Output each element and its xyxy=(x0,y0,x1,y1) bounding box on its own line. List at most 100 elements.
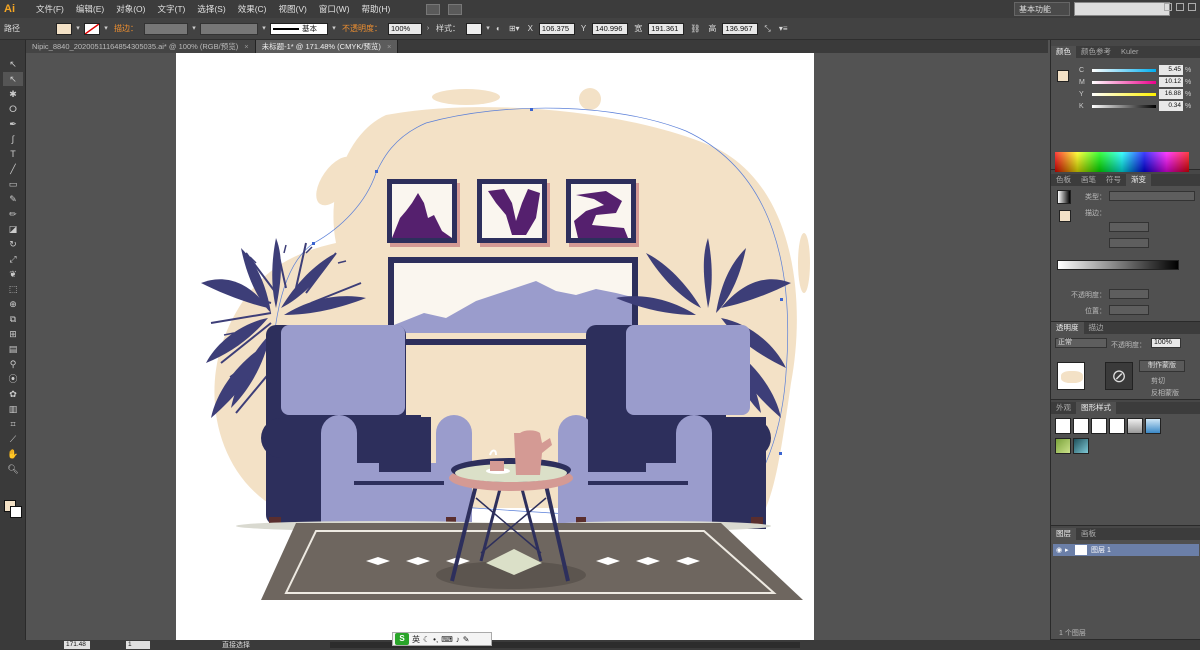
gradient-slider[interactable] xyxy=(1057,260,1179,270)
graphic-style-swatch[interactable] xyxy=(1145,418,1161,434)
graphic-style-swatch[interactable] xyxy=(1091,418,1107,434)
chevron-down-icon[interactable]: ▾ xyxy=(260,23,268,35)
symbol-sprayer-tool-icon[interactable]: ✿ xyxy=(3,387,23,401)
bridge-icon[interactable] xyxy=(426,3,441,15)
transform-icon[interactable]: ⤡ xyxy=(760,24,774,34)
close-icon[interactable]: × xyxy=(387,42,391,51)
minimize-icon[interactable] xyxy=(1164,3,1172,11)
menu-view[interactable]: 视图(V) xyxy=(273,3,313,15)
layer-row[interactable]: ◉ ▸ 图层 1 xyxy=(1053,544,1199,556)
stroke-label[interactable]: 描边： xyxy=(110,23,142,34)
no-mask-icon[interactable]: ⊘ xyxy=(1105,362,1133,390)
gradient-angle-field[interactable] xyxy=(1109,222,1149,232)
menu-help[interactable]: 帮助(H) xyxy=(356,3,397,15)
brush-definition-field[interactable]: 基本 xyxy=(270,22,328,35)
eye-icon[interactable]: ◉ xyxy=(1053,546,1065,554)
artboard[interactable] xyxy=(176,53,814,640)
graphic-style-swatch[interactable] xyxy=(1055,418,1071,434)
x-field[interactable]: 106.375 xyxy=(538,22,575,35)
maximize-icon[interactable] xyxy=(1176,3,1184,11)
rectangle-tool-icon[interactable]: ▭ xyxy=(3,177,23,191)
stroke-weight-field[interactable] xyxy=(144,22,188,35)
ime-language[interactable]: 英 xyxy=(412,634,420,645)
gradient-type-select[interactable] xyxy=(1109,191,1195,201)
stroke-swatch[interactable] xyxy=(84,22,100,35)
graphic-style-swatch[interactable] xyxy=(466,22,482,35)
chevron-down-icon[interactable]: ▾ xyxy=(190,23,198,35)
chevron-down-icon[interactable]: ▾ xyxy=(102,23,110,35)
height-field[interactable]: 136.967 xyxy=(722,22,759,35)
y-field[interactable]: 140.996 xyxy=(592,22,629,35)
tab-graphic-styles[interactable]: 图形样式 xyxy=(1076,402,1116,414)
magenta-value-field[interactable]: 10.12 xyxy=(1159,77,1183,87)
menu-object[interactable]: 对象(O) xyxy=(110,3,151,15)
black-value-field[interactable]: 0.34 xyxy=(1159,101,1183,111)
selection-tool-icon[interactable]: ↖ xyxy=(3,57,23,71)
perspective-grid-tool-icon[interactable]: ⧉ xyxy=(3,312,23,326)
menu-edit[interactable]: 编辑(E) xyxy=(70,3,110,15)
help-search-input[interactable] xyxy=(1074,2,1170,16)
object-thumbnail[interactable] xyxy=(1057,362,1085,390)
artboard-tool-icon[interactable]: ⌗ xyxy=(3,417,23,431)
blend-mode-select[interactable]: 正常 xyxy=(1055,338,1107,348)
layer-name[interactable]: 图层 1 xyxy=(1091,545,1111,555)
type-tool-icon[interactable]: T xyxy=(3,147,23,161)
tab-stroke[interactable]: 描边 xyxy=(1084,322,1109,334)
tab-layers[interactable]: 图层 xyxy=(1051,528,1076,540)
fill-color-swatch[interactable] xyxy=(1057,70,1069,82)
align-icon[interactable]: ⊞▾ xyxy=(505,24,524,33)
sogou-logo-icon[interactable]: S xyxy=(395,633,409,645)
magic-wand-tool-icon[interactable]: ✱ xyxy=(3,87,23,101)
gradient-position-field[interactable] xyxy=(1109,305,1149,315)
wrench-icon[interactable]: ✎ xyxy=(463,635,470,644)
keyboard-icon[interactable]: ⌨ xyxy=(441,635,453,644)
arrange-icon[interactable] xyxy=(448,3,463,15)
workspace-switcher[interactable]: 基本功能 xyxy=(1014,2,1070,16)
moon-icon[interactable]: ☾ xyxy=(423,635,430,644)
graphic-style-swatch[interactable] xyxy=(1073,418,1089,434)
close-icon[interactable] xyxy=(1188,3,1196,11)
pen-tool-icon[interactable]: ✒ xyxy=(3,117,23,131)
variable-width-field[interactable] xyxy=(200,22,258,35)
black-slider[interactable] xyxy=(1092,104,1156,108)
tab-kuler[interactable]: Kuler xyxy=(1116,46,1144,58)
transparency-opacity-field[interactable]: 100% xyxy=(1151,338,1181,348)
blend-tool-icon[interactable]: ⦿ xyxy=(3,372,23,386)
tab-document-2[interactable]: 未标题-1* @ 171.48% (CMYK/预览) × xyxy=(255,40,399,53)
column-graph-tool-icon[interactable]: ▥ xyxy=(3,402,23,416)
tab-document-1[interactable]: Nipic_8840_20200511164854305035.ai* @ 10… xyxy=(26,40,256,53)
fill-swatch[interactable] xyxy=(56,22,72,35)
pencil-tool-icon[interactable]: ✏ xyxy=(3,207,23,221)
clip-checkbox[interactable]: 剪切 xyxy=(1151,376,1165,386)
zoom-tool-icon[interactable]: 🔍︎ xyxy=(3,462,23,476)
gradient-fill-swatch[interactable] xyxy=(1059,210,1071,222)
tab-gradient[interactable]: 渐变 xyxy=(1126,174,1151,186)
gradient-tool-icon[interactable]: ▤ xyxy=(3,342,23,356)
warp-tool-icon[interactable]: ❦ xyxy=(3,267,23,281)
width-field[interactable]: 191.361 xyxy=(648,22,685,35)
eraser-tool-icon[interactable]: ◪ xyxy=(3,222,23,236)
invert-mask-checkbox[interactable]: 反相蒙版 xyxy=(1151,388,1179,398)
direct-selection-tool-icon[interactable]: ↖ xyxy=(3,72,23,86)
recolor-icon[interactable]: ◐ xyxy=(492,24,505,33)
cyan-slider[interactable] xyxy=(1092,68,1156,72)
tab-artboards[interactable]: 画板 xyxy=(1076,528,1101,540)
chevron-down-icon[interactable]: ▾ xyxy=(74,23,82,35)
chevron-right-icon[interactable]: › xyxy=(424,23,432,35)
curvature-tool-icon[interactable]: ∫ xyxy=(3,132,23,146)
expand-icon[interactable]: ▸ xyxy=(1065,546,1075,554)
graphic-style-swatch[interactable] xyxy=(1073,438,1089,454)
tab-brushes[interactable]: 画笔 xyxy=(1076,174,1101,186)
stroke-color-swatch[interactable] xyxy=(10,506,22,518)
yellow-value-field[interactable]: 16.88 xyxy=(1159,89,1183,99)
gradient-opacity-field[interactable] xyxy=(1109,289,1149,299)
eyedropper-tool-icon[interactable]: ⚲ xyxy=(3,357,23,371)
make-mask-button[interactable]: 制作蒙版 xyxy=(1139,360,1185,372)
menu-select[interactable]: 选择(S) xyxy=(191,3,231,15)
paintbrush-tool-icon[interactable]: ✎ xyxy=(3,192,23,206)
menu-file[interactable]: 文件(F) xyxy=(30,3,70,15)
tab-transparency[interactable]: 透明度 xyxy=(1051,322,1084,334)
mesh-tool-icon[interactable]: ⊞ xyxy=(3,327,23,341)
menu-effect[interactable]: 效果(C) xyxy=(232,3,273,15)
menu-type[interactable]: 文字(T) xyxy=(151,3,191,15)
